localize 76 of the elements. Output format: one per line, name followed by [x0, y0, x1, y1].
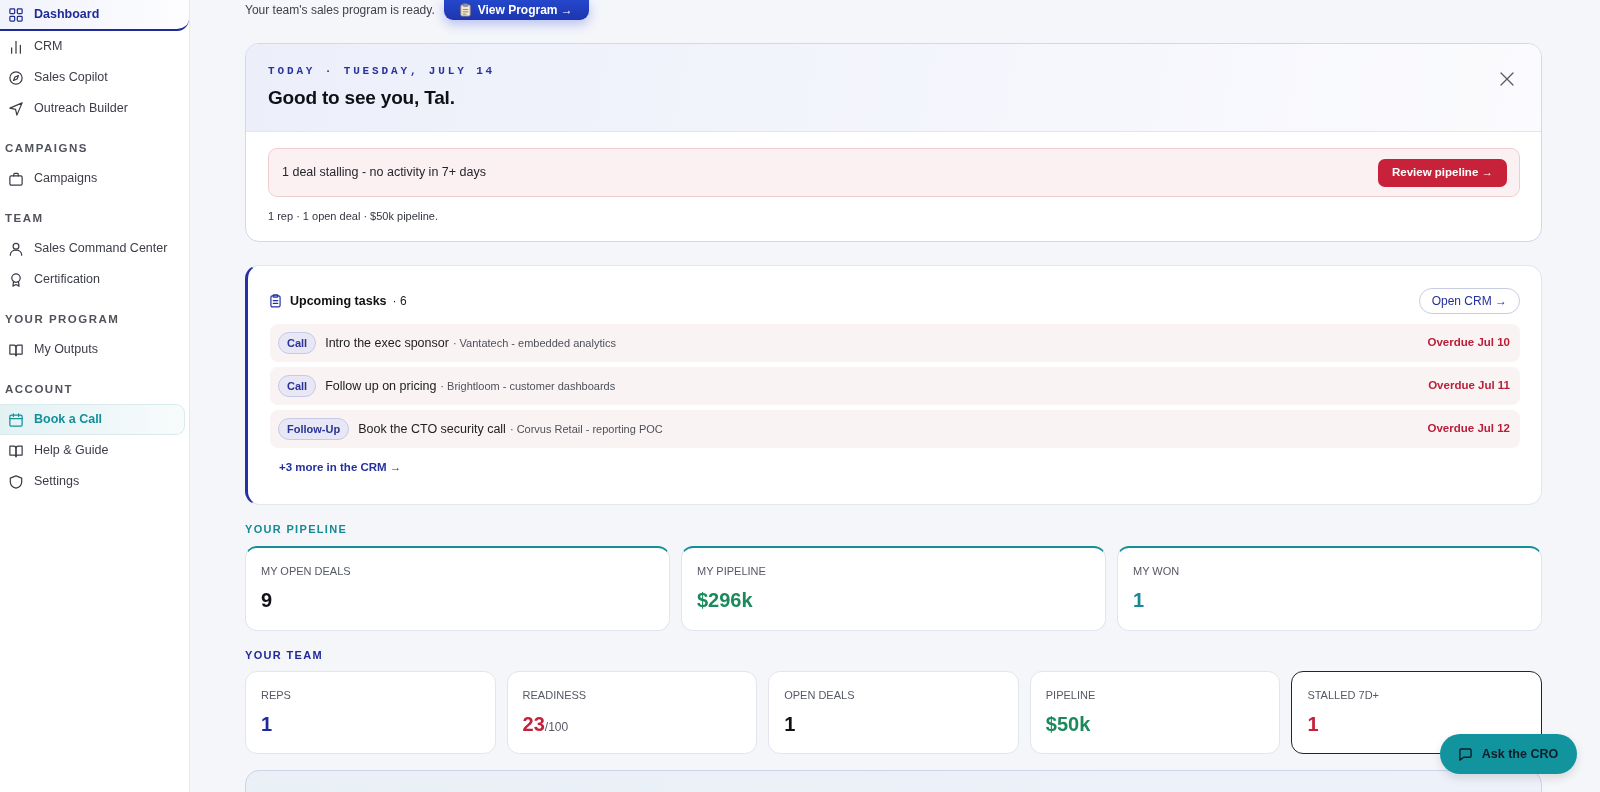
stat-label: READINESS	[522, 687, 588, 702]
task-row[interactable]: Call Intro the exec sponsor · Vantatech - embedded analytics Overdue Jul 10	[270, 324, 1520, 362]
stat-value: 1	[261, 711, 274, 736]
sidebar-item[interactable]: Dashboard	[0, 0, 189, 31]
stat-value: $296k	[697, 587, 754, 612]
section-title: Upcoming tasks	[290, 292, 387, 310]
book-icon	[9, 342, 23, 357]
stat-value: 23/100	[522, 711, 570, 737]
sidebar-item[interactable]: Settings	[0, 466, 185, 497]
due-date: Overdue Jul 12	[1427, 421, 1510, 437]
paper-plane-icon	[9, 101, 23, 116]
sidebar-item[interactable]: Certification	[0, 264, 185, 295]
section-heading: YOUR PIPELINE	[245, 521, 349, 536]
stat-value: 9	[261, 587, 274, 612]
stat-label: MY WON	[1133, 563, 1181, 578]
clipboard-icon	[270, 294, 281, 308]
close-button[interactable]	[1500, 72, 1514, 86]
bar-chart-icon	[9, 39, 23, 54]
sidebar-item[interactable]: Outreach Builder	[0, 93, 185, 124]
stat-label: MY OPEN DEALS	[261, 563, 352, 578]
sidebar-item[interactable]: Campaigns	[0, 163, 185, 194]
stat-label: REPS	[261, 687, 292, 702]
task-detail: · Vantatech - embedded analytics	[452, 335, 616, 351]
grid-icon	[9, 7, 23, 22]
briefcase-icon	[9, 171, 23, 186]
section-heading: ACCOUNT	[4, 382, 74, 397]
stat-label: PIPELINE	[1045, 687, 1097, 702]
sidebar-item[interactable]: Sales Command Center	[0, 233, 185, 264]
sidebar-item[interactable]: Sales Copilot	[0, 62, 185, 93]
stat-label: MY PIPELINE	[697, 563, 767, 578]
stat-label: STALLED 7D+	[1307, 687, 1380, 702]
task-type-tag: Call	[278, 375, 317, 397]
view-program-button[interactable]: View Program →	[443, 0, 589, 20]
task-title: Intro the exec sponsor	[325, 334, 449, 352]
stat-value: $50k	[1045, 711, 1092, 736]
task-count: · 6	[392, 293, 407, 310]
section-heading: TEAM	[4, 211, 45, 226]
review-pipeline-button[interactable]: Review pipeline →	[1378, 158, 1507, 187]
stat-value: 1	[784, 711, 797, 736]
more-link[interactable]: +3 more in the CRM →	[279, 460, 402, 474]
section-heading: YOUR TEAM	[245, 647, 324, 662]
task-row[interactable]: Call Follow up on pricing · Brightloom - customer dashboards Overdue Jul 11	[270, 367, 1520, 405]
open-crm-button[interactable]: Open CRM →	[1418, 288, 1520, 314]
greeting-heading: Good to see you, Tal.	[268, 86, 456, 110]
task-row[interactable]: Follow-Up Book the CTO security call · Corvus Retail - reporting POC Overdue Jul 12	[270, 410, 1520, 448]
stat-label: OPEN DEALS	[784, 687, 856, 702]
alert-text: 1 deal stalling - no activity in 7+ days	[282, 164, 486, 182]
task-detail: · Brightloom - customer dashboards	[440, 378, 616, 394]
sidebar-item[interactable]: Book a Call	[0, 404, 185, 435]
date-label: TODAY · TUESDAY, JULY 14	[268, 64, 496, 78]
task-type-tag: Follow-Up	[278, 418, 350, 440]
task-detail: · Corvus Retail - reporting POC	[509, 421, 663, 437]
shield-icon	[9, 474, 23, 489]
stat-value: 1	[1133, 587, 1146, 612]
calendar-icon	[9, 412, 23, 427]
sidebar-item[interactable]: CRM	[0, 31, 185, 62]
section-heading: YOUR PROGRAM	[4, 312, 121, 327]
book-icon	[9, 443, 23, 458]
person-icon	[9, 241, 23, 256]
compass-icon	[9, 70, 23, 85]
stat-value: 1	[1307, 711, 1320, 736]
section-heading: CAMPAIGNS	[4, 141, 89, 156]
clipboard-icon	[459, 3, 471, 17]
banner-text: Your team's sales program is ready.	[245, 2, 435, 19]
sidebar-item[interactable]: My Outputs	[0, 334, 185, 365]
due-date: Overdue Jul 10	[1427, 335, 1510, 351]
award-icon	[9, 272, 23, 287]
summary-text: 1 rep · 1 open deal · $50k pipeline.	[268, 209, 439, 223]
chat-bubble-icon	[1458, 747, 1472, 761]
task-title: Follow up on pricing	[325, 377, 437, 395]
task-type-tag: Call	[278, 332, 317, 354]
ask-cro-button[interactable]: Ask the CRO	[1440, 734, 1577, 774]
sidebar-item[interactable]: Help & Guide	[0, 435, 185, 466]
due-date: Overdue Jul 11	[1428, 378, 1510, 394]
task-title: Book the CTO security call	[358, 420, 506, 438]
close-icon	[1500, 72, 1514, 86]
